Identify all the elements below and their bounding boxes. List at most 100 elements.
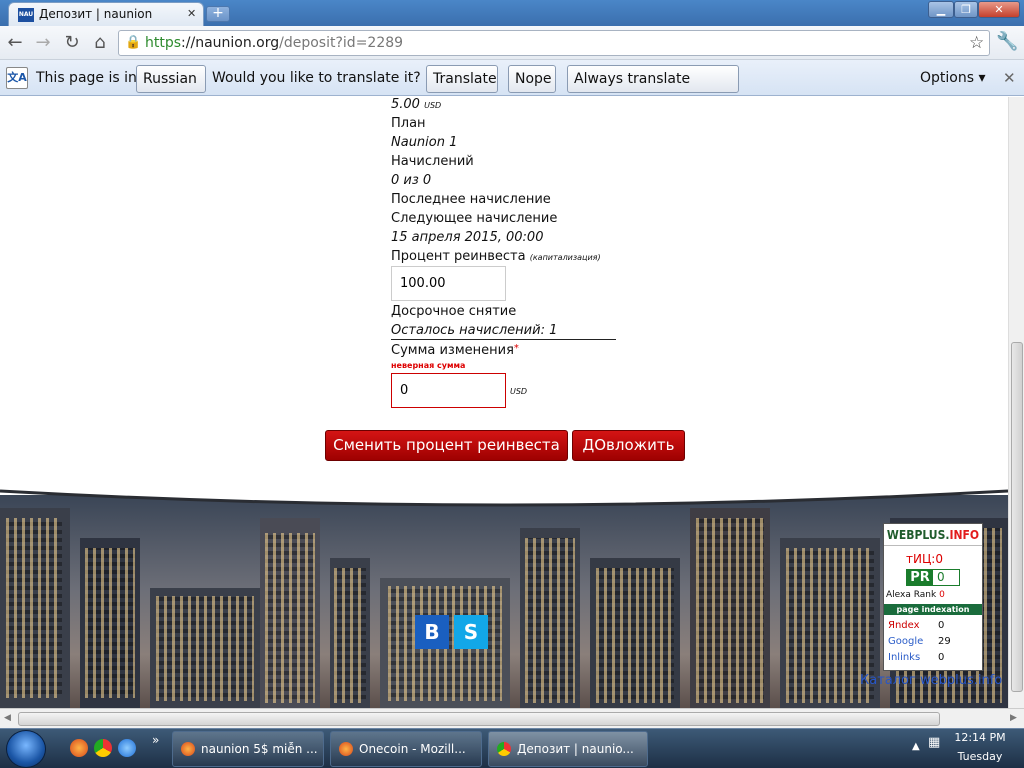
window-titlebar: NAU Депозит | naunion ✕ + ▁ ❐ ✕ (0, 0, 1024, 26)
options-menu[interactable]: Options ▾ (920, 70, 986, 86)
google-label: Google (888, 636, 924, 647)
browser-tab[interactable]: NAU Депозит | naunion ✕ (8, 2, 204, 26)
chrome-icon[interactable] (94, 739, 112, 757)
scroll-right-arrow-icon[interactable]: ▶ (1010, 713, 1017, 723)
nope-button[interactable]: Nope (508, 65, 556, 93)
deposit-currency: USD (424, 101, 442, 110)
close-infobar-icon[interactable]: ✕ (1003, 69, 1016, 87)
taskbar-item-2[interactable]: Onecoin - Mozill... (330, 731, 482, 767)
taskbar-item-3-label: Депозит | naunio... (517, 742, 634, 756)
wave-divider (0, 485, 1008, 507)
vertical-scrollbar[interactable] (1008, 97, 1024, 708)
reinvest-note: (капитализация) (529, 253, 601, 262)
url-host: ://naunion.org (181, 35, 280, 51)
url-path: /deposit?id=2289 (279, 35, 404, 51)
webplus-logo-accent: INFO (949, 528, 980, 542)
remaining-accruals: Осталось начислений: 1 (391, 323, 616, 340)
firefox-icon[interactable] (70, 739, 88, 757)
taskbar-item-3-active[interactable]: Депозит | naunio... (488, 731, 648, 767)
early-withdraw-label: Досрочное снятие (391, 304, 517, 319)
horizontal-scrollbar[interactable]: ◀ ▶ (0, 708, 1024, 728)
network-icon[interactable]: ▦ (928, 735, 940, 750)
browser-toolbar: ← → ↻ ⌂ 🔒 https://naunion.org/deposit?id… (0, 26, 1024, 60)
language-select-value: Russian (143, 71, 197, 87)
tab-close-icon[interactable]: ✕ (187, 7, 196, 20)
webplus-logo-main: WEBPLUS. (886, 528, 950, 542)
last-accrual-label: Последнее начисление (391, 192, 551, 207)
bookmark-star-icon[interactable]: ☆ (969, 33, 984, 53)
new-tab-button[interactable]: + (206, 6, 230, 22)
taskbar-item-2-label: Onecoin - Mozill... (359, 742, 466, 756)
yandex-label: Яndex (888, 620, 920, 631)
pagerank-badge: PR 0 (906, 569, 960, 586)
vertical-scroll-thumb[interactable] (1011, 342, 1023, 692)
site-favicon-icon: NAU (18, 8, 34, 22)
alexa-value: 0 (939, 590, 945, 600)
accruals-label: Начислений (391, 154, 474, 169)
forward-icon[interactable]: → (32, 32, 54, 54)
ie-icon[interactable] (118, 739, 136, 757)
invest-more-button[interactable]: ДОвложить (572, 430, 685, 461)
translate-icon: 文A (6, 67, 28, 89)
chevron-right-icon[interactable]: » (152, 733, 159, 747)
url-scheme: https (145, 35, 182, 51)
alexa-rank: Alexa Rank 0 (886, 590, 945, 600)
tic-stat: тИЦ:0 (906, 552, 943, 566)
options-label: Options (920, 70, 975, 86)
tic-label: тИЦ: (906, 552, 936, 566)
webplus-logo: WEBPLUS.INFO (884, 524, 982, 546)
inlinks-value: 0 (938, 652, 945, 663)
skype-icon[interactable]: S (454, 615, 488, 649)
scroll-left-arrow-icon[interactable]: ◀ (4, 713, 11, 723)
tab-title: Депозит | naunion (39, 7, 153, 21)
back-icon[interactable]: ← (4, 32, 26, 54)
change-amount-label: Сумма изменения* (391, 343, 519, 358)
taskbar-item-1-label: naunion 5$ miễn ... (201, 742, 318, 756)
chevron-down-icon: ▾ (978, 70, 986, 86)
reload-icon[interactable]: ↻ (61, 32, 83, 54)
next-accrual-label: Следующее начисление (391, 211, 558, 226)
translate-prefix: This page is in (36, 70, 137, 86)
change-reinvest-button[interactable]: Сменить процент реинвеста (325, 430, 568, 461)
translate-button[interactable]: Translate (426, 65, 498, 93)
reinvest-input[interactable]: 100.00 (391, 266, 506, 301)
deposit-amount-value: 5.00 (391, 97, 420, 112)
system-clock[interactable]: 12:14 PM Tuesday (950, 731, 1010, 763)
change-currency: USD (510, 387, 528, 396)
maximize-button[interactable]: ❐ (954, 1, 978, 18)
close-window-button[interactable]: ✕ (978, 1, 1020, 18)
deposit-amount: 5.00 USD (391, 97, 441, 112)
webplus-catalog-link[interactable]: Каталог webplus.info (860, 673, 1002, 688)
google-value: 29 (938, 636, 951, 647)
horizontal-scroll-thumb[interactable] (18, 712, 940, 726)
start-button[interactable] (6, 730, 46, 768)
always-translate-button[interactable]: Always translate Russian (567, 65, 739, 113)
home-icon[interactable]: ⌂ (89, 32, 111, 54)
alexa-label: Alexa Rank (886, 590, 937, 600)
accruals-value: 0 из 0 (391, 173, 432, 188)
address-bar[interactable]: 🔒 https://naunion.org/deposit?id=2289 ☆ (118, 30, 990, 56)
webplus-widget[interactable]: WEBPLUS.INFO тИЦ:0 PR 0 Alexa Rank 0 pag… (883, 523, 983, 671)
index-title: page indexation (884, 604, 982, 615)
pr-value: 0 (937, 570, 945, 584)
tray-arrow-icon[interactable]: ▲ (912, 741, 920, 752)
required-mark: * (513, 343, 519, 354)
change-amount-label-text: Сумма изменения (391, 343, 514, 358)
language-select[interactable]: Russian ▾ (136, 65, 206, 113)
lock-icon: 🔒 (125, 35, 142, 50)
page-content: 5.00 USD План Naunion 1 Начислений 0 из … (0, 97, 1008, 708)
city-background-image (0, 495, 1008, 708)
translate-question: Would you like to translate it? (212, 70, 421, 86)
yandex-value: 0 (938, 620, 945, 631)
vk-icon[interactable]: B (415, 615, 449, 649)
change-amount-input[interactable]: 0 (391, 373, 506, 408)
taskbar-item-1[interactable]: naunion 5$ miễn ... (172, 731, 324, 767)
reinvest-label-text: Процент реинвеста (391, 249, 526, 264)
chrome-icon (497, 742, 511, 756)
minimize-button[interactable]: ▁ (928, 1, 954, 18)
next-accrual-value: 15 апреля 2015, 00:00 (391, 230, 544, 245)
firefox-icon (339, 742, 353, 756)
firefox-icon (181, 742, 195, 756)
wrench-icon[interactable]: 🔧 (996, 31, 1018, 52)
plan-value: Naunion 1 (391, 135, 458, 150)
